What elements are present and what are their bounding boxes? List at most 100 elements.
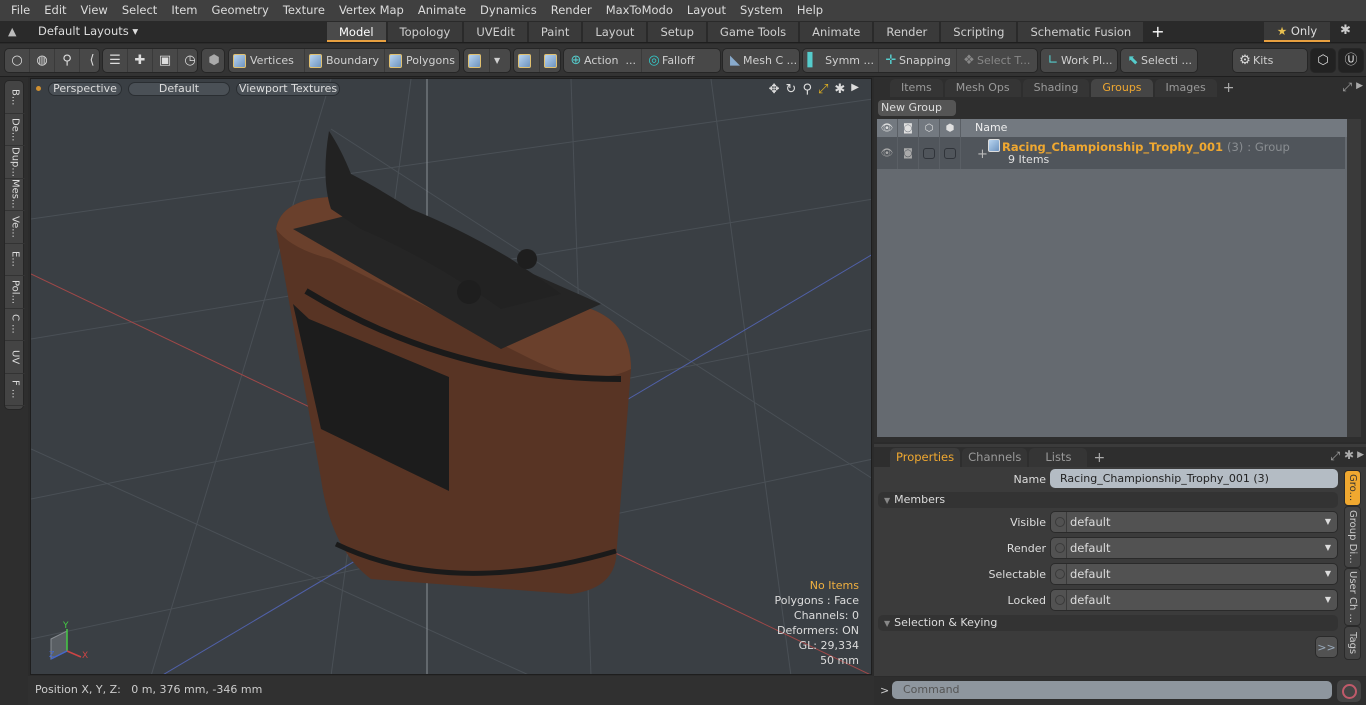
select-column-icon[interactable]: ⬢ <box>940 119 961 137</box>
snapping-button[interactable]: ✛ Snapping <box>879 49 957 72</box>
tab-properties[interactable]: Properties <box>890 448 961 467</box>
action-center-button[interactable]: ⊕ Action ... <box>564 49 642 72</box>
maximize-panel-icon[interactable]: ⤢ <box>1342 80 1352 95</box>
default-layouts-dropdown[interactable]: Default Layouts ▾ <box>38 24 138 38</box>
polygons-button[interactable]: Polygons <box>385 49 459 72</box>
select-through-button[interactable]: ❖ Select T... <box>957 49 1037 72</box>
menu-edit[interactable]: Edit <box>37 0 73 21</box>
side-tab-group[interactable]: Gro... <box>1344 470 1361 506</box>
left-tab-uv[interactable]: UV <box>5 341 25 374</box>
menu-select[interactable]: Select <box>115 0 164 21</box>
tab-setup[interactable]: Setup <box>648 22 706 42</box>
left-tab-vertex[interactable]: Ve... <box>5 211 25 244</box>
name-column-header[interactable]: Name <box>961 119 1007 137</box>
tab-items[interactable]: Items <box>890 79 943 97</box>
name-field[interactable]: Racing_Championship_Trophy_001 (3) <box>1050 469 1338 488</box>
tab-images[interactable]: Images <box>1154 79 1217 97</box>
menu-render[interactable]: Render <box>544 0 599 21</box>
vertices-button[interactable]: Vertices <box>229 49 305 72</box>
mesh-cleanup-button[interactable]: ◣ Mesh C ... <box>723 49 801 72</box>
side-tab-group-display[interactable]: Group Di... <box>1344 506 1361 568</box>
render-column-icon[interactable]: ◙ <box>898 119 919 137</box>
gear-icon[interactable]: ✱ <box>1340 23 1351 38</box>
left-tab-basic[interactable]: B... <box>5 81 25 114</box>
sphere-select-button[interactable]: ◍ <box>30 49 55 72</box>
collapse-up-icon[interactable]: ▲ <box>8 25 16 38</box>
pen-tool-button[interactable]: ⚲ <box>55 49 80 72</box>
unreal-button[interactable]: Ⓤ <box>1339 49 1363 72</box>
selectable-dropdown[interactable]: default ▼ <box>1050 563 1338 585</box>
left-tab-duplicate[interactable]: Dup... <box>5 146 25 179</box>
group-select-toggle[interactable] <box>940 137 961 169</box>
menu-system[interactable]: System <box>733 0 790 21</box>
material-mode-dropdown[interactable]: ▼ <box>490 49 504 72</box>
menu-geometry[interactable]: Geometry <box>205 0 276 21</box>
menu-help[interactable]: Help <box>790 0 830 21</box>
viewport-settings-icon[interactable]: ✱ <box>834 82 845 97</box>
lock-column-icon[interactable]: ⬡ <box>919 119 940 137</box>
tab-model[interactable]: Model <box>327 22 386 42</box>
tab-layout[interactable]: Layout <box>583 22 647 42</box>
add-tab-icon[interactable]: + <box>1089 449 1109 467</box>
rotate-view-icon[interactable]: ↻ <box>786 82 797 97</box>
render-dropdown[interactable]: default ▼ <box>1050 537 1338 559</box>
viewport-textures-button[interactable]: Viewport Textures <box>236 82 340 96</box>
falloff-button[interactable]: ◎ Falloff <box>642 49 718 72</box>
side-tab-tags[interactable]: Tags <box>1344 626 1361 660</box>
left-tab-deform[interactable]: De... <box>5 114 25 146</box>
menu-vertex-map[interactable]: Vertex Map <box>332 0 411 21</box>
left-tab-curve[interactable]: C ... <box>5 309 25 341</box>
maximize-view-icon[interactable]: ⤢ <box>818 82 828 97</box>
symmetry-button[interactable]: ▌ Symm ... <box>803 49 879 72</box>
menu-maxtomodo[interactable]: MaxToModo <box>599 0 680 21</box>
unity-button[interactable]: ⬡ <box>1311 49 1335 72</box>
tab-channels[interactable]: Channels <box>962 448 1028 467</box>
world-transform-button[interactable] <box>514 49 540 72</box>
align-button[interactable]: ☰ <box>103 49 128 72</box>
panel-menu-arrow-icon[interactable]: ▶ <box>1356 81 1363 91</box>
menu-file[interactable]: File <box>4 0 37 21</box>
new-group-button[interactable]: New Group <box>878 100 956 116</box>
clock-button[interactable]: ◷ <box>178 49 202 72</box>
add-tab-icon[interactable]: + <box>1219 79 1239 97</box>
boundary-button[interactable]: Boundary <box>305 49 385 72</box>
expand-plus-icon[interactable]: + <box>977 147 988 162</box>
selection-sets-button[interactable]: ⬉ Selecti ... <box>1121 49 1196 72</box>
panel-menu-arrow-icon[interactable]: ▶ <box>1357 450 1364 460</box>
locked-dropdown[interactable]: default ▼ <box>1050 589 1338 611</box>
3d-viewport[interactable]: Perspective Default Viewport Textures ✥ … <box>30 78 872 675</box>
members-section[interactable]: ▼ Members <box>878 492 1338 508</box>
lasso-tool-button[interactable]: ⟨ <box>80 49 104 72</box>
group-row[interactable]: 👁 ◙ + Racing_Championship_Trophy_001 (3)… <box>877 137 1345 169</box>
add-tab-icon[interactable]: + <box>1145 22 1170 42</box>
tab-game-tools[interactable]: Game Tools <box>707 22 799 42</box>
left-tab-edge[interactable]: E... <box>5 244 25 276</box>
menu-texture[interactable]: Texture <box>276 0 332 21</box>
record-macro-button[interactable] <box>1337 680 1361 702</box>
left-tab-polygon[interactable]: Pol... <box>5 276 25 309</box>
item-mode-button[interactable]: ⬢ <box>202 49 226 72</box>
visibility-column-icon[interactable]: 👁 <box>877 119 898 137</box>
material-mode-button[interactable] <box>464 49 490 72</box>
zoom-view-icon[interactable]: ⚲ <box>802 82 812 97</box>
trophy-model[interactable] <box>276 131 631 594</box>
menu-animate[interactable]: Animate <box>411 0 473 21</box>
tab-scripting[interactable]: Scripting <box>941 22 1017 42</box>
menu-item[interactable]: Item <box>164 0 204 21</box>
square-button[interactable]: ▣ <box>153 49 178 72</box>
group-lock-toggle[interactable] <box>919 137 940 169</box>
tab-render[interactable]: Render <box>874 22 940 42</box>
menu-view[interactable]: View <box>74 0 115 21</box>
only-button[interactable]: ★ Only <box>1264 22 1330 42</box>
tab-uvedit[interactable]: UVEdit <box>464 22 527 42</box>
tab-shading[interactable]: Shading <box>1022 79 1090 97</box>
tab-lists[interactable]: Lists <box>1029 448 1088 467</box>
menu-layout[interactable]: Layout <box>680 0 733 21</box>
viewport-status-dot[interactable] <box>36 86 41 91</box>
shading-mode-button[interactable]: Default <box>128 82 230 96</box>
view-mode-button[interactable]: Perspective <box>48 82 122 96</box>
work-plane-button[interactable]: ∟ Work Pl... <box>1041 49 1117 72</box>
side-tab-user-channels[interactable]: User Ch ... <box>1344 568 1361 626</box>
expand-arrow-icon[interactable]: ▶ <box>851 82 859 97</box>
maximize-panel-icon[interactable]: ⤢ <box>1330 449 1340 464</box>
